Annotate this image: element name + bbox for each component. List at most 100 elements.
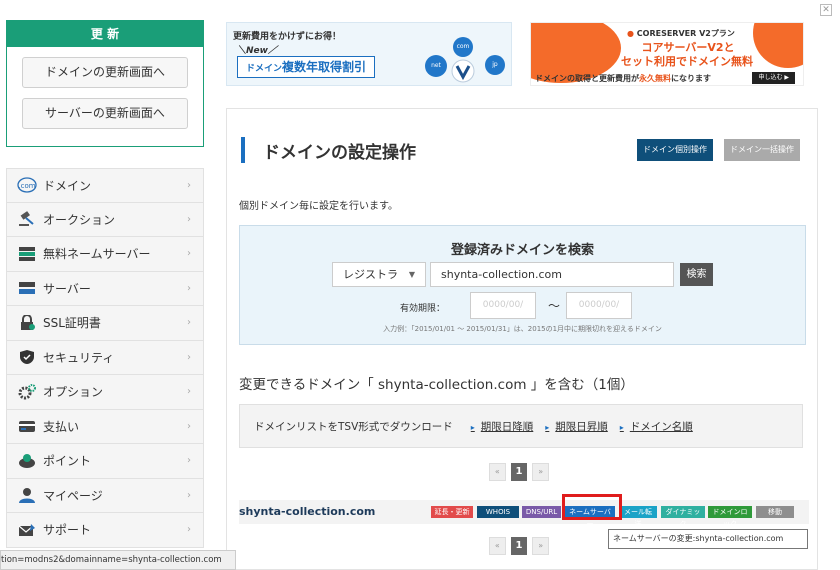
pager-current[interactable]: 1 [510, 537, 528, 555]
domain-lock-tag-button[interactable]: ドメインロック [708, 506, 752, 528]
sidebar-item-server[interactable]: サーバー › [6, 271, 204, 306]
multi-year-discount-banner[interactable]: 更新費用をかけずにお得！ ＼New／ ドメイン複数年取得割引 net com j… [226, 22, 512, 86]
domain-row: shynta-collection.com 延長・更新 WHOIS DNS/UR… [239, 500, 809, 528]
tooltip: ネームサーバーの変更:shynta-collection.com [608, 529, 808, 549]
banner-text: 複数年取得割引 [282, 60, 367, 74]
pager-prev[interactable]: « [489, 537, 506, 555]
svg-text:.com: .com [18, 182, 35, 190]
download-bar: ドメインリストをTSV形式でダウンロード 期限日降順 期限日昇順 ドメイン名順 [239, 404, 803, 448]
pager-current[interactable]: 1 [510, 463, 528, 481]
registrar-select[interactable]: レジストラ ▼ [332, 262, 426, 287]
apply-button[interactable]: 申し込む ▶ [752, 72, 795, 84]
chevron-right-icon: › [187, 455, 191, 466]
chevron-right-icon: › [187, 420, 191, 432]
gavel-icon [17, 210, 37, 228]
banner-text: になります [671, 74, 711, 83]
renew-header: 更 新 [7, 21, 203, 47]
chevron-right-icon: › [187, 213, 191, 225]
server-renew-button[interactable]: サーバーの更新画面へ [22, 98, 188, 129]
renew-box: 更 新 ドメインの更新画面へ サーバーの更新画面へ [6, 20, 204, 147]
domain-search-input[interactable]: shynta-collection.com [430, 262, 674, 287]
page-description: 個別ドメイン毎に設定を行います。 [239, 201, 398, 212]
search-button[interactable]: 検索 [680, 263, 713, 286]
gear-icon [17, 383, 37, 401]
banner-text: セット利用でドメイン無料 [621, 55, 753, 68]
com-bubble: com [453, 37, 473, 57]
sidebar-item-label: セキュリティ [43, 350, 115, 365]
select-value: レジストラ [343, 268, 398, 281]
tab-bulk-operation[interactable]: ドメイン一括操作 [724, 139, 800, 161]
banner-text: ＼New／ [237, 46, 277, 56]
net-bubble: net [425, 55, 447, 77]
sidebar-item-label: オプション [43, 385, 104, 400]
sidebar-item-label: オークション [43, 212, 116, 227]
page-title: ドメインの設定操作 [263, 143, 416, 163]
dynamic-tag-button[interactable]: ダイナミック [661, 506, 705, 528]
pager-next[interactable]: » [532, 537, 550, 555]
pager-bottom: « 1 » [489, 537, 550, 557]
banner-text: 更新費用をかけずにお得！ [233, 32, 342, 42]
banner-text: 永久無料 [639, 74, 671, 83]
mail-icon [17, 521, 37, 539]
sidebar-item-label: ポイント [43, 454, 92, 469]
sidebar-item-label: 支払い [43, 419, 80, 434]
domain-name[interactable]: shynta-collection.com [239, 505, 375, 518]
pager-top: « 1 » [489, 463, 550, 483]
sidebar-item-support[interactable]: サポート › [6, 513, 204, 548]
banner-text: CORESERVER V2プラン [636, 29, 735, 38]
renew-tag-button[interactable]: 延長・更新 [431, 506, 473, 518]
chevron-right-icon: › [187, 282, 191, 294]
chevron-right-icon: › [187, 351, 191, 363]
main-panel: ドメインの設定操作 ドメイン個別操作 ドメイン一括操作 個別ドメイン毎に設定を行… [226, 108, 818, 570]
person-icon [17, 486, 37, 504]
focus-highlight [562, 494, 622, 520]
banner-text: ドメインの取得と更新費用が永久無料になります [535, 73, 711, 84]
shield-icon [17, 348, 37, 366]
pager-next[interactable]: » [532, 463, 550, 481]
sidebar-item-label: マイページ [43, 488, 103, 503]
dotcom-icon: .com [17, 176, 37, 194]
sidebar-item-options[interactable]: オプション › [6, 375, 204, 410]
sidebar-item-security[interactable]: セキュリティ › [6, 340, 204, 375]
sidebar-item-ssl[interactable]: SSL証明書 › [6, 306, 204, 341]
banner-text: ドメイン [246, 64, 283, 74]
expiry-label: 有効期限： [400, 304, 446, 314]
card-icon [17, 417, 37, 435]
banner-text: ドメインの取得と更新費用が [535, 74, 639, 83]
mail-forward-tag-button[interactable]: メール転送 [619, 506, 657, 528]
sidebar-item-label: ドメイン [43, 178, 92, 193]
sidebar-item-free-nameserver[interactable]: 無料ネームサーバー › [6, 237, 204, 272]
tab-individual-operation[interactable]: ドメイン個別操作 [637, 139, 713, 161]
domain-renew-button[interactable]: ドメインの更新画面へ [22, 57, 188, 88]
sidebar-item-domain[interactable]: .com ドメイン › [6, 168, 204, 203]
sort-name-link[interactable]: ドメイン名順 [620, 419, 693, 434]
sidebar-item-label: SSL証明書 [43, 316, 101, 331]
banner-brand: ● CORESERVER V2プラン [627, 28, 735, 39]
download-label: ドメインリストをTSV形式でダウンロード [254, 420, 453, 433]
sidebar-item-points[interactable]: ポイント › [6, 444, 204, 479]
sidebar-item-label: サポート [43, 523, 92, 538]
chevron-right-icon: › [187, 386, 191, 397]
chevron-right-icon: › [187, 180, 191, 191]
expiry-to-input[interactable]: 0000/00/ [566, 292, 632, 319]
sidebar: .com ドメイン › オークション › 無料ネームサーバー › サーバー › … [6, 168, 204, 548]
brand-dot-icon: ● [627, 29, 634, 38]
sidebar-item-auction[interactable]: オークション › [6, 202, 204, 237]
range-tilde: ～ [548, 299, 561, 313]
chevron-right-icon: › [187, 317, 191, 328]
sort-expiry-desc-link[interactable]: 期限日降順 [471, 419, 534, 434]
ssl-lock-icon [17, 314, 37, 332]
expiry-from-input[interactable]: 0000/00/ [470, 292, 536, 319]
coreserver-banner[interactable]: ● CORESERVER V2プラン コアサーバーV2と セット利用でドメイン無… [530, 22, 804, 86]
sidebar-item-mypage[interactable]: マイページ › [6, 478, 204, 513]
banner-headline: ドメイン複数年取得割引 [237, 56, 376, 78]
pager-prev[interactable]: « [489, 463, 506, 481]
transfer-tag-button[interactable]: 移動 [756, 506, 794, 518]
chevron-right-icon: › [187, 524, 191, 535]
sort-expiry-asc-link[interactable]: 期限日昇順 [545, 419, 608, 434]
whois-tag-button[interactable]: WHOIS [477, 506, 519, 518]
dns-url-tag-button[interactable]: DNS/URL [522, 506, 561, 518]
close-icon[interactable]: ✕ [820, 4, 832, 16]
sidebar-item-payment[interactable]: 支払い › [6, 409, 204, 444]
chevron-right-icon: › [187, 248, 191, 259]
